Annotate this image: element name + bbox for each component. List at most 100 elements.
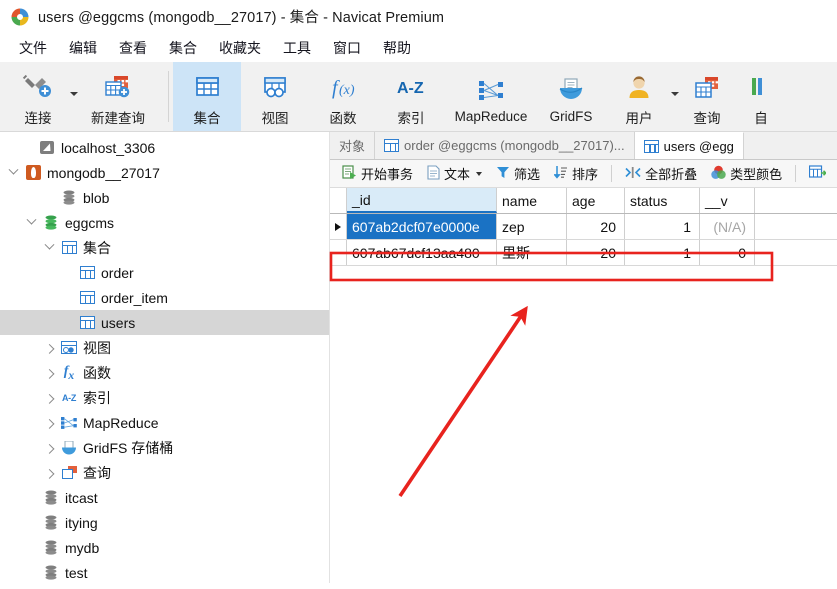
tree-twisty-collapsed[interactable]: [40, 443, 58, 454]
tree-item-itying[interactable]: itying: [0, 510, 329, 535]
text-button[interactable]: 文本: [421, 162, 488, 185]
cell-age[interactable]: 20: [567, 240, 625, 265]
grid-toolbar-divider: [795, 165, 797, 182]
tab-label: users @egg: [663, 138, 734, 154]
tree-item-users[interactable]: users: [0, 310, 329, 335]
sort-icon: [553, 165, 568, 182]
new-query-icon: [102, 70, 134, 104]
toolbar-index-button[interactable]: A-Z 索引: [377, 62, 445, 131]
tree-item-mongodb-27017[interactable]: mongodb__27017: [0, 160, 329, 185]
table-row[interactable]: 607ab2dcf07e0000e zep 20 1 (N/A): [330, 214, 837, 240]
tree-item-label: itying: [65, 514, 98, 531]
toolbar-query-button[interactable]: 查询: [673, 62, 741, 131]
table-row[interactable]: 607ab67dcf13aa480 里斯 20 1 0: [330, 240, 837, 266]
menu-help[interactable]: 帮助: [372, 35, 422, 61]
tree-item-order[interactable]: order: [0, 260, 329, 285]
toolbar-auto-label: 自: [754, 110, 768, 126]
tree-twisty-collapsed[interactable]: [40, 343, 58, 354]
chevron-down-icon[interactable]: [476, 171, 483, 176]
cell-status[interactable]: 1: [625, 240, 700, 265]
grid-toolbar-divider: [611, 165, 613, 182]
toolbar-user-button[interactable]: 用户: [605, 62, 679, 131]
toolbar-mapreduce-button[interactable]: MapReduce: [445, 62, 537, 131]
menu-collection[interactable]: 集合: [158, 35, 208, 61]
toolbar-gridfs-button[interactable]: GridFS: [537, 62, 605, 131]
filter-label: 筛选: [514, 167, 541, 182]
cell-__v[interactable]: 0: [700, 240, 755, 265]
tree-item-indexes[interactable]: A-Z 索引: [0, 385, 329, 410]
sort-button[interactable]: 排序: [548, 162, 604, 185]
tree-item-label: mongodb__27017: [47, 164, 160, 181]
row-indicator: [330, 240, 347, 265]
tab-order[interactable]: order @eggcms (mongodb__27017)...: [375, 132, 635, 159]
column-header-_id[interactable]: _id: [347, 188, 497, 213]
connection-plug-icon: [22, 70, 54, 104]
toolbar-collection-button[interactable]: 集合: [173, 62, 241, 131]
toolbar-connection-button[interactable]: 连接: [4, 62, 78, 131]
toolbar-new-query-button[interactable]: 新建查询: [72, 62, 164, 131]
menu-file[interactable]: 文件: [8, 35, 58, 61]
column-header-status[interactable]: status: [625, 188, 700, 213]
database-icon: [40, 540, 62, 555]
text-document-icon: [427, 164, 440, 183]
menu-favorites[interactable]: 收藏夹: [208, 35, 272, 61]
cell-__v[interactable]: (N/A): [700, 214, 755, 239]
cell-name[interactable]: zep: [497, 214, 567, 239]
tree-item-label: 集合: [83, 239, 111, 256]
cell-_id[interactable]: 607ab67dcf13aa480: [347, 240, 497, 265]
tree-item-queries[interactable]: 查询: [0, 460, 329, 485]
grid-view-button[interactable]: [803, 163, 832, 184]
menu-edit[interactable]: 编辑: [58, 35, 108, 61]
toolbar-collection-label: 集合: [193, 110, 221, 126]
gridfs-bucket-icon: [556, 72, 586, 106]
tree-item-label: test: [65, 564, 88, 581]
function-fx-icon: fx: [63, 363, 75, 382]
toolbar-connection-label: 连接: [24, 110, 52, 126]
tree-item-collections-folder[interactable]: 集合: [0, 235, 329, 260]
type-color-button[interactable]: 类型颜色: [705, 162, 788, 185]
tree-item-label: blob: [83, 189, 110, 206]
collection-grid-icon: [192, 70, 222, 104]
user-icon: [624, 70, 654, 104]
menu-view[interactable]: 查看: [108, 35, 158, 61]
tree-twisty-expanded[interactable]: [22, 214, 40, 226]
tree-twisty-expanded[interactable]: [40, 239, 58, 251]
cell-name[interactable]: 里斯: [497, 240, 567, 265]
tree-item-views[interactable]: 视图: [0, 335, 329, 360]
cell-status[interactable]: 1: [625, 214, 700, 239]
tree-twisty-expanded[interactable]: [4, 164, 22, 176]
toolbar-view-button[interactable]: 视图: [241, 62, 309, 131]
cell-age[interactable]: 20: [567, 214, 625, 239]
tree-item-order-item[interactable]: order_item: [0, 285, 329, 310]
column-header-name[interactable]: name: [497, 188, 567, 213]
tree-twisty-collapsed[interactable]: [40, 393, 58, 404]
menu-window[interactable]: 窗口: [322, 35, 372, 61]
cell-_id[interactable]: 607ab2dcf07e0000e: [347, 214, 497, 239]
tab-users[interactable]: users @egg: [634, 132, 744, 159]
tree-item-localhost-3306[interactable]: localhost_3306: [0, 135, 329, 160]
tree-twisty-collapsed[interactable]: [40, 368, 58, 379]
filter-button[interactable]: 筛选: [490, 162, 546, 185]
menu-tools[interactable]: 工具: [272, 35, 322, 61]
tree-item-functions[interactable]: fx 函数: [0, 360, 329, 385]
tree-twisty-collapsed[interactable]: [40, 418, 58, 429]
tree-item-test[interactable]: test: [0, 560, 329, 583]
toolbar-function-button[interactable]: f (x) 函数: [309, 62, 377, 131]
tree-item-gridfs-buckets[interactable]: GridFS 存储桶: [0, 435, 329, 460]
tree-item-mydb[interactable]: mydb: [0, 535, 329, 560]
tab-objects[interactable]: 对象: [330, 132, 376, 159]
tree-item-eggcms[interactable]: eggcms: [0, 210, 329, 235]
tree-item-mapreduce[interactable]: MapReduce: [0, 410, 329, 435]
collapse-all-button[interactable]: 全部折叠: [619, 162, 703, 185]
column-header-age[interactable]: age: [567, 188, 625, 213]
tree-item-itcast[interactable]: itcast: [0, 485, 329, 510]
collapse-all-icon: [625, 166, 641, 182]
column-header-__v[interactable]: __v: [700, 188, 755, 213]
begin-transaction-button[interactable]: 开始事务: [336, 162, 419, 185]
begin-transaction-icon: [342, 164, 357, 183]
tree-item-blob[interactable]: blob: [0, 185, 329, 210]
tree-item-label: mydb: [65, 539, 100, 556]
toolbar-auto-button[interactable]: 自: [741, 62, 781, 131]
tree-twisty-collapsed[interactable]: [40, 468, 58, 479]
auto-icon: [751, 70, 771, 104]
